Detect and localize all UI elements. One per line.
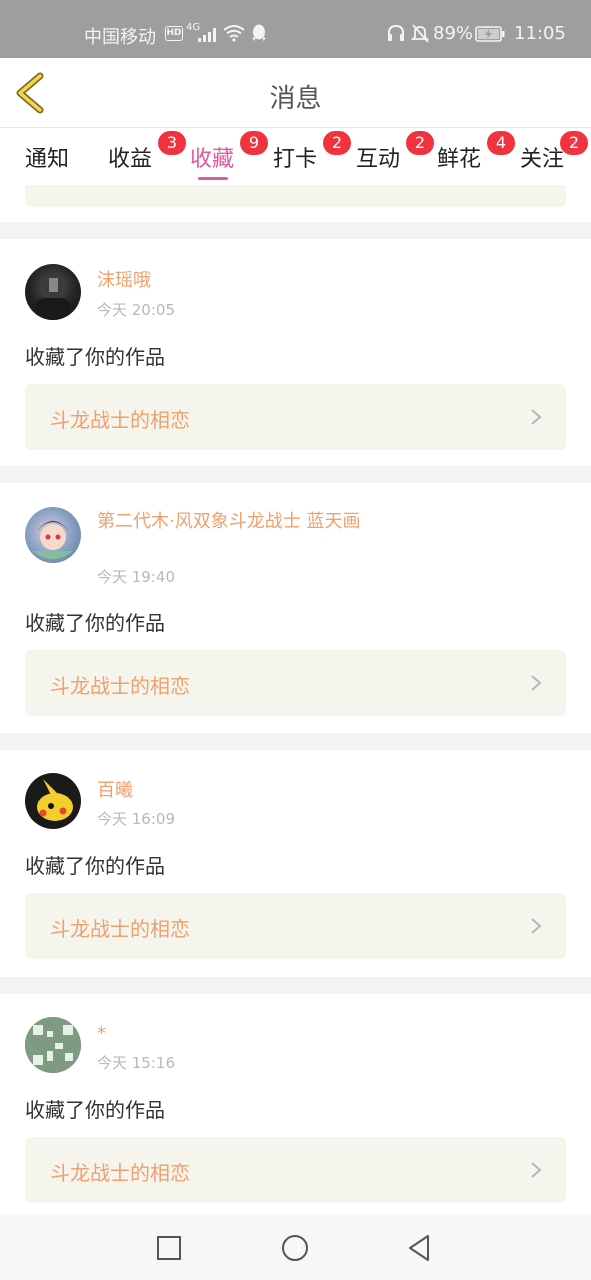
work-title: 斗龙战士的相恋 (50, 408, 190, 432)
bell-mute-icon (410, 24, 430, 43)
headset-icon (388, 24, 404, 41)
username[interactable]: 百曦 (97, 777, 377, 805)
action-text: 收藏了你的作品 (25, 854, 165, 878)
tab-checkin[interactable]: 打卡 2 (273, 131, 352, 173)
work-card[interactable]: 斗龙战士的相恋 (25, 893, 566, 959)
tab-label: 互动 (356, 147, 401, 172)
username[interactable]: 第二代木·风双象斗龙战士 蓝天画 (97, 508, 377, 536)
divider (0, 222, 591, 239)
status-bar: 中国移动 HD 4G 89% 11:05 (0, 0, 591, 58)
chevron-right-icon (531, 918, 542, 934)
work-card[interactable]: 斗龙战士的相恋 (25, 1137, 566, 1203)
action-text: 收藏了你的作品 (25, 1098, 165, 1122)
battery-percent: 89% (433, 23, 474, 44)
unread-badge: 4 (487, 131, 516, 155)
avatar[interactable] (25, 1017, 81, 1073)
unread-badge: 2 (323, 131, 352, 155)
tab-label: 鲜花 (437, 147, 482, 172)
tab-label: 收藏 (190, 147, 235, 172)
username[interactable]: 沫瑶哦 (97, 267, 377, 295)
partial-work-card[interactable] (25, 185, 566, 207)
avatar-image-icon (35, 274, 71, 320)
list-item: * 今天 15:16 收藏了你的作品 斗龙战士的相恋 (0, 994, 591, 1214)
square-recent-apps-icon[interactable] (155, 1234, 183, 1262)
tab-notify[interactable]: 通知 (25, 141, 69, 173)
list-item: 百曦 今天 16:09 收藏了你的作品 斗龙战士的相恋 (0, 750, 591, 977)
triangle-back-icon[interactable] (406, 1234, 434, 1262)
action-text: 收藏了你的作品 (25, 611, 165, 635)
clock: 11:05 (514, 23, 566, 44)
page-title: 消息 (269, 84, 322, 114)
timestamp: 今天 16:09 (97, 810, 175, 828)
work-title: 斗龙战士的相恋 (50, 674, 190, 698)
tab-label: 收益 (108, 147, 153, 172)
avatar[interactable] (25, 773, 81, 829)
chevron-right-icon (531, 409, 542, 425)
battery-charging-icon (475, 26, 505, 42)
avatar-image-icon (33, 521, 73, 559)
tab-flowers[interactable]: 鲜花 4 (437, 131, 516, 173)
avatar-image-icon (25, 1017, 81, 1073)
timestamp: 今天 20:05 (97, 301, 175, 319)
avatar[interactable] (25, 264, 81, 320)
avatar[interactable] (25, 507, 81, 563)
unread-badge: 9 (240, 131, 269, 155)
timestamp: 今天 19:40 (97, 568, 175, 586)
wifi-icon (223, 25, 245, 42)
tab-follow[interactable]: 关注 2 (520, 131, 589, 173)
tab-interaction[interactable]: 互动 2 (356, 131, 435, 173)
tab-bar: 通知 收益 3 收藏 9 打卡 2 互动 2 鲜花 4 关注 2 (0, 129, 591, 185)
avatar-image-icon (37, 779, 73, 821)
work-card[interactable]: 斗龙战士的相恋 (25, 384, 566, 450)
work-title: 斗龙战士的相恋 (50, 917, 190, 941)
unread-badge: 2 (560, 131, 589, 155)
qq-icon (252, 24, 266, 41)
list-item: 第二代木·风双象斗龙战士 蓝天画 今天 19:40 收藏了你的作品 斗龙战士的相… (0, 483, 591, 733)
tab-label: 关注 (520, 147, 565, 172)
username[interactable]: * (97, 1020, 377, 1048)
divider (0, 466, 591, 483)
chevron-right-icon (531, 1162, 542, 1178)
unread-badge: 3 (158, 131, 187, 155)
system-nav-bar (0, 1214, 591, 1280)
divider (0, 977, 591, 994)
list-item: 沫瑶哦 今天 20:05 收藏了你的作品 斗龙战士的相恋 (0, 239, 591, 466)
work-title: 斗龙战士的相恋 (50, 1161, 190, 1185)
carrier-label: 中国移动 (84, 27, 156, 48)
divider (0, 733, 591, 750)
hd-icon: HD (165, 26, 183, 41)
tab-label: 通知 (25, 147, 70, 172)
circle-home-icon[interactable] (281, 1234, 309, 1262)
signal-icon (198, 28, 216, 42)
tab-label: 打卡 (273, 147, 318, 172)
app-header: 消息 (0, 58, 591, 128)
chevron-right-icon (531, 675, 542, 691)
work-card[interactable]: 斗龙战士的相恋 (25, 650, 566, 716)
action-text: 收藏了你的作品 (25, 345, 165, 369)
tab-earnings[interactable]: 收益 3 (108, 131, 187, 173)
tab-favorites[interactable]: 收藏 9 (190, 131, 269, 180)
active-tab-indicator (198, 177, 228, 180)
unread-badge: 2 (406, 131, 435, 155)
timestamp: 今天 15:16 (97, 1054, 175, 1072)
